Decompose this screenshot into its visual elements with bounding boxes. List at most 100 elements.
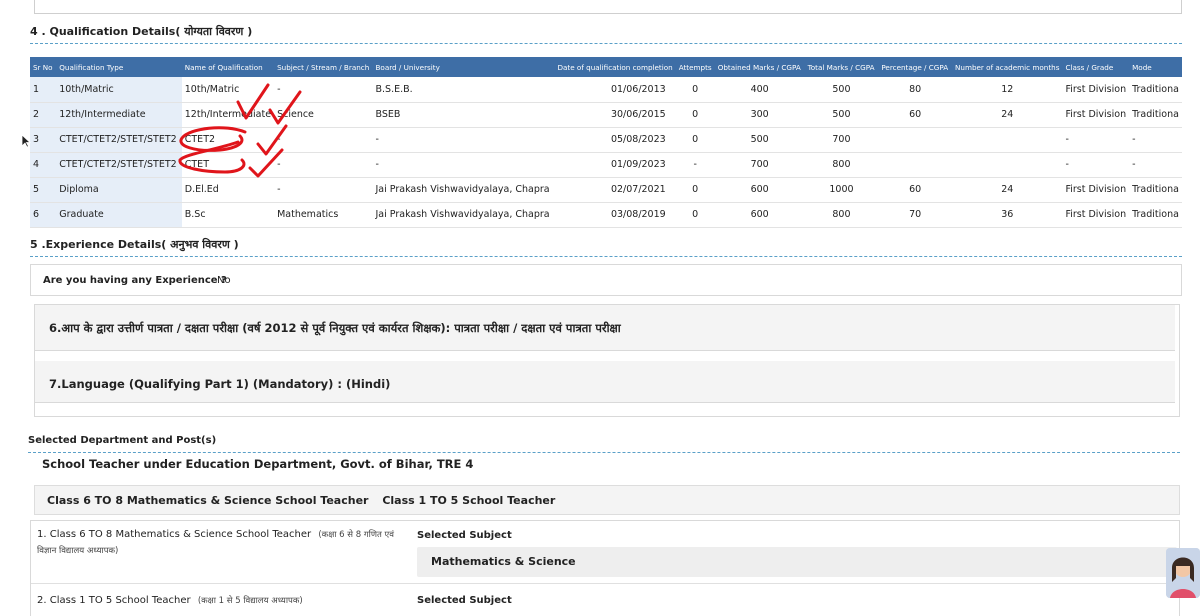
col-header: Attempts [675, 57, 715, 77]
cell-subject: - [274, 152, 373, 178]
post-tab-class-1-5[interactable]: Class 1 TO 5 School Teacher [382, 494, 555, 507]
cell-name: B.Sc [181, 202, 275, 228]
cell-sr: 6 [30, 202, 57, 228]
col-header: Number of academic months [952, 57, 1063, 77]
experience-question: Are you having any Experience ? [43, 275, 227, 286]
col-header: Qualification Type [56, 57, 182, 77]
cell-date: 03/08/2019 [552, 202, 676, 228]
post1-hindi: (कक्षा 6 से 8 गणित एवं [318, 530, 394, 540]
cell-date: 01/09/2023 [552, 152, 676, 178]
cell-date: 05/08/2023 [552, 127, 676, 153]
cell-obtained: 400 [714, 77, 805, 103]
cell-board: Jai Prakash Vishwavidyalaya, Chapra [372, 202, 553, 228]
cell-board: BSEB [372, 102, 553, 128]
cell-months: 24 [952, 102, 1063, 128]
cell-percentage: 70 [878, 202, 953, 228]
post2-label: 2. Class 1 TO 5 School Teacher (कक्षा 1 … [37, 595, 303, 606]
qualification-table: Sr No Qualification Type Name of Qualifi… [30, 57, 1182, 228]
col-header: Board / University [372, 57, 553, 77]
cell-percentage [878, 127, 953, 153]
col-header: Obtained Marks / CGPA [714, 57, 805, 77]
cell-months: 12 [952, 77, 1063, 103]
cell-type: CTET/CTET2/STET/STET2 [56, 152, 182, 178]
cell-board: - [372, 127, 553, 153]
cell-total: 800 [804, 202, 879, 228]
col-header: Mode [1129, 57, 1182, 77]
table-row: 5 Diploma D.El.Ed - Jai Prakash Vishwavi… [30, 177, 1182, 203]
cell-type: 10th/Matric [56, 77, 182, 103]
cell-subject: - [274, 127, 373, 153]
selected-subject-label: Selected Subject [417, 530, 512, 541]
col-header: Subject / Stream / Branch [274, 57, 373, 77]
avatar [1166, 548, 1200, 598]
cell-mode: Traditiona [1129, 102, 1182, 128]
cell-attempts: 0 [675, 77, 715, 103]
cell-months [952, 152, 1063, 178]
cell-type: Graduate [56, 202, 182, 228]
cell-percentage: 60 [878, 177, 953, 203]
cell-grade: - [1062, 127, 1130, 153]
cell-subject: Mathematics [274, 202, 373, 228]
cell-grade: - [1062, 152, 1130, 178]
col-header: Class / Grade [1062, 57, 1130, 77]
col-header: Sr No [30, 57, 57, 77]
cell-subject: - [274, 77, 373, 103]
cell-mode: - [1129, 152, 1182, 178]
cell-name: CTET2 [181, 127, 275, 153]
cell-mode: Traditiona [1129, 77, 1182, 103]
cell-date: 02/07/2021 [552, 177, 676, 203]
cell-type: CTET/CTET2/STET/STET2 [56, 127, 182, 153]
experience-answer: No [217, 275, 231, 286]
previous-section-panel [34, 0, 1182, 14]
col-header: Date of qualification completion [552, 57, 676, 77]
cell-mode: Traditiona [1129, 177, 1182, 203]
experience-section-title: 5 .Experience Details( अनुभव विवरण ) [30, 238, 239, 251]
posts-section-title: Selected Department and Post(s) [28, 435, 217, 446]
cell-obtained: 600 [714, 177, 805, 203]
post1-label: 1. Class 6 TO 8 Mathematics & Science Sc… [37, 529, 394, 540]
cell-grade: First Division [1062, 202, 1130, 228]
cell-obtained: 500 [714, 127, 805, 153]
cell-total: 500 [804, 102, 879, 128]
cell-mode: Traditiona [1129, 202, 1182, 228]
cell-board: - [372, 152, 553, 178]
col-header: Percentage / CGPA [878, 57, 953, 77]
cell-board: Jai Prakash Vishwavidyalaya, Chapra [372, 177, 553, 203]
cell-total: 800 [804, 152, 879, 178]
post-divider [31, 583, 1181, 584]
cell-sr: 2 [30, 102, 57, 128]
col-header: Total Marks / CGPA [804, 57, 879, 77]
eligibility-exam-heading: 6.आप के द्वारा उत्तीर्ण पात्रता / दक्षता… [35, 305, 1175, 351]
department-title: School Teacher under Education Departmen… [42, 457, 474, 471]
cell-percentage: 80 [878, 77, 953, 103]
cell-attempts: 0 [675, 127, 715, 153]
post-tab-class-6-8[interactable]: Class 6 TO 8 Mathematics & Science Schoo… [47, 494, 368, 507]
cell-total: 700 [804, 127, 879, 153]
section-divider [30, 256, 1182, 257]
table-row: 2 12th/Intermediate 12th/Intermediate Sc… [30, 102, 1182, 128]
cell-subject: - [274, 177, 373, 203]
post-tabs-bar: Class 6 TO 8 Mathematics & Science Schoo… [34, 485, 1180, 515]
cell-board: B.S.E.B. [372, 77, 553, 103]
cell-obtained: 700 [714, 152, 805, 178]
post1-subject-field[interactable]: Mathematics & Science [417, 547, 1177, 577]
language-heading: 7.Language (Qualifying Part 1) (Mandator… [35, 361, 1175, 403]
cell-total: 500 [804, 77, 879, 103]
cell-name: D.El.Ed [181, 177, 275, 203]
cell-obtained: 600 [714, 202, 805, 228]
table-row: 1 10th/Matric 10th/Matric - B.S.E.B. 01/… [30, 77, 1182, 103]
cell-obtained: 300 [714, 102, 805, 128]
cell-months: 24 [952, 177, 1063, 203]
cell-months: 36 [952, 202, 1063, 228]
cell-name: 12th/Intermediate [181, 102, 275, 128]
cell-percentage: 60 [878, 102, 953, 128]
cell-name: 10th/Matric [181, 77, 275, 103]
selected-subject-label-2: Selected Subject [417, 595, 512, 606]
table-row: 3 CTET/CTET2/STET/STET2 CTET2 - - 05/08/… [30, 127, 1182, 153]
table-row: 6 Graduate B.Sc Mathematics Jai Prakash … [30, 202, 1182, 228]
cell-grade: First Division [1062, 102, 1130, 128]
person-avatar-icon [1166, 548, 1200, 598]
cell-grade: First Division [1062, 177, 1130, 203]
cell-mode: - [1129, 127, 1182, 153]
cell-sr: 3 [30, 127, 57, 153]
